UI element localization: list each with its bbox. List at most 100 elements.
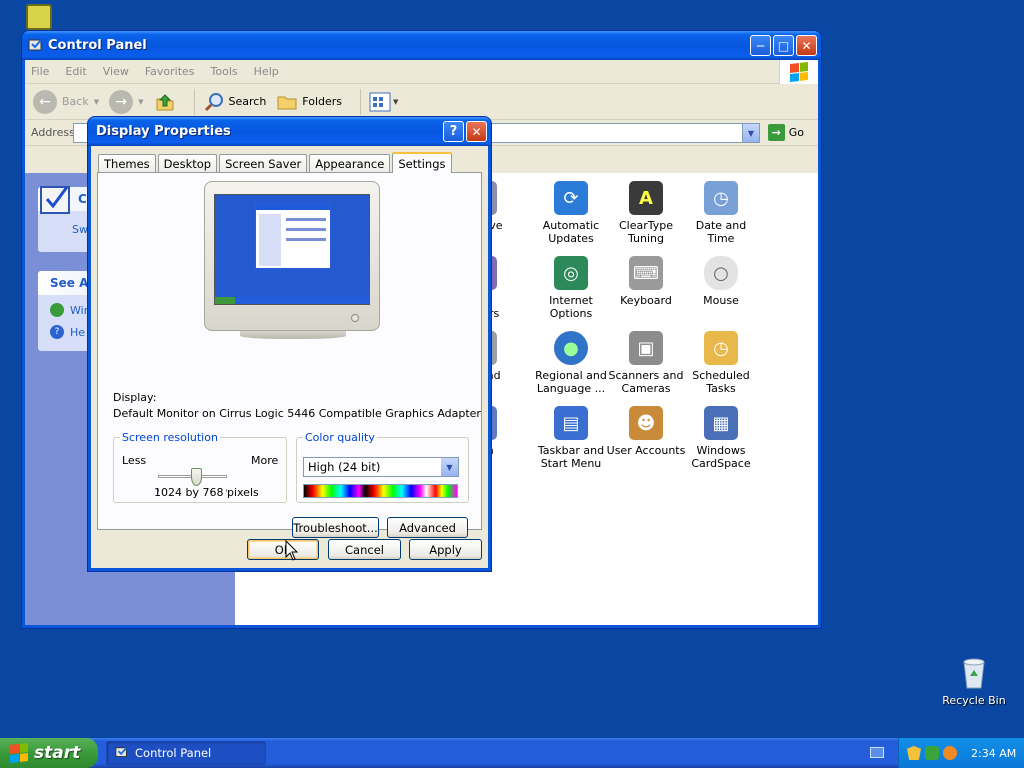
close-button[interactable]: ✕ <box>796 35 817 56</box>
close-icon: ✕ <box>471 124 482 139</box>
windows-flag-icon <box>10 743 28 763</box>
help-button[interactable]: ? <box>443 121 464 142</box>
tab-settings[interactable]: Settings <box>392 152 452 173</box>
menu-bar: File Edit View Favorites Tools Help <box>25 60 818 84</box>
help-icon: ? <box>50 325 64 339</box>
desktop-icon-top[interactable] <box>26 4 54 30</box>
monitor-power-icon <box>351 314 359 322</box>
up-folder-icon <box>156 93 173 110</box>
chevron-down-icon: ▼ <box>138 97 144 106</box>
cp-item-scheduled-tasks[interactable]: ◷ Scheduled Tasks <box>681 331 761 395</box>
cp-item-cleartype[interactable]: A ClearType Tuning <box>606 181 686 245</box>
back-button[interactable]: ← Back ▼ <box>33 89 99 114</box>
cp-item-cardspace[interactable]: ▦ Windows CardSpace <box>681 406 761 470</box>
cp-item-label: Regional and Language ... <box>535 369 607 395</box>
control-panel-large-icon <box>40 186 70 214</box>
search-tray-icon[interactable] <box>943 746 957 760</box>
search-button[interactable]: Search <box>203 91 266 113</box>
control-panel-titlebar[interactable]: Control Panel ─ □ ✕ <box>22 31 821 60</box>
tab-desktop[interactable]: Desktop <box>157 154 218 173</box>
keyboard-layout-icon[interactable] <box>870 747 884 758</box>
cp-item-scanners-cameras[interactable]: ▣ Scanners and Cameras <box>606 331 686 395</box>
tab-screen-saver[interactable]: Screen Saver <box>219 154 308 173</box>
menu-tools[interactable]: Tools <box>211 65 238 78</box>
internet-options-icon: ◎ <box>554 256 588 290</box>
menu-favorites[interactable]: Favorites <box>145 65 195 78</box>
advanced-button[interactable]: Advanced <box>387 517 468 538</box>
color-quality-dropdown-button[interactable]: ▼ <box>441 458 458 476</box>
display-properties-title: Display Properties <box>96 124 231 139</box>
tab-themes[interactable]: Themes <box>98 154 156 173</box>
cp-item-user-accounts[interactable]: ☻ User Accounts <box>606 406 686 457</box>
up-folder-button[interactable] <box>154 91 176 113</box>
cp-item-label: Scanners and Cameras <box>608 369 684 395</box>
cp-item-taskbar-start[interactable]: ▤ Taskbar and Start Menu <box>531 406 611 470</box>
cp-item-mouse[interactable]: ○ Mouse <box>681 256 761 307</box>
menu-help[interactable]: Help <box>254 65 279 78</box>
recycle-bin-icon <box>963 658 985 689</box>
mini-start-preview <box>215 297 235 304</box>
advanced-label: Advanced <box>399 520 456 535</box>
cp-item-label: Mouse <box>703 294 739 307</box>
cp-item-automatic-updates[interactable]: ⟳ Automatic Updates <box>531 181 611 245</box>
troubleshoot-label: Troubleshoot... <box>293 520 378 535</box>
ok-button[interactable]: OK <box>247 539 319 560</box>
taskbar: start Control Panel 2:34 AM <box>0 738 1024 768</box>
taskbar-item-control-panel[interactable]: Control Panel <box>106 741 266 765</box>
go-arrow-icon: → <box>767 124 785 141</box>
folders-label: Folders <box>302 95 343 108</box>
keyboard-icon: ⌨ <box>629 256 663 290</box>
display-properties-titlebar[interactable]: Display Properties ? ✕ <box>88 117 491 146</box>
tab-appearance[interactable]: Appearance <box>309 154 391 173</box>
cp-item-label: Internet Options <box>549 294 593 320</box>
forward-button[interactable]: → ▼ <box>109 89 144 114</box>
tab-screen-saver-label: Screen Saver <box>225 157 302 171</box>
clock: 2:34 AM <box>971 746 1017 760</box>
color-spectrum-bar <box>303 484 458 498</box>
control-panel-icon <box>28 38 42 50</box>
menu-edit[interactable]: Edit <box>65 65 86 78</box>
cp-item-keyboard[interactable]: ⌨ Keyboard <box>606 256 686 307</box>
folders-button[interactable]: Folders <box>276 91 342 113</box>
screen-resolution-legend: Screen resolution <box>122 431 218 444</box>
start-button[interactable]: start <box>0 738 98 768</box>
apply-label: Apply <box>429 542 462 557</box>
cp-item-label: User Accounts <box>606 444 686 457</box>
chevron-down-icon: ▼ <box>446 462 453 472</box>
troubleshoot-button[interactable]: Troubleshoot... <box>292 517 379 538</box>
apply-button[interactable]: Apply <box>409 539 482 560</box>
maximize-button[interactable]: □ <box>773 35 794 56</box>
help-icon: ? <box>449 124 458 139</box>
start-label: start <box>34 743 81 763</box>
switch-view-label: Sw <box>72 223 88 236</box>
color-quality-select[interactable]: High (24 bit) ▼ <box>303 457 459 477</box>
cp-item-regional-language[interactable]: ● Regional and Language ... <box>531 331 611 395</box>
views-button[interactable]: ▼ <box>369 92 398 112</box>
network-icon <box>26 4 52 30</box>
cp-item-date-time[interactable]: ◷ Date and Time <box>681 181 761 245</box>
monitor-screen <box>214 194 370 305</box>
views-icon <box>369 92 391 111</box>
control-panel-icon <box>115 747 128 757</box>
resolution-slider-thumb[interactable] <box>190 468 202 486</box>
security-shield-icon[interactable] <box>907 746 921 760</box>
close-icon: ✕ <box>801 38 812 53</box>
cardspace-icon: ▦ <box>704 406 738 440</box>
tab-strip: Themes Desktop Screen Saver Appearance S… <box>98 152 454 173</box>
go-button[interactable]: → Go <box>767 124 804 141</box>
address-dropdown-button[interactable]: ▼ <box>742 124 759 142</box>
menu-view[interactable]: View <box>103 65 129 78</box>
system-tray: 2:34 AM <box>898 738 1024 768</box>
dialog-close-button[interactable]: ✕ <box>466 121 487 142</box>
desktop-icon-recycle-bin[interactable]: Recycle Bin <box>940 656 1008 707</box>
color-quality-value: High (24 bit) <box>308 460 381 474</box>
scheduled-tasks-icon: ◷ <box>704 331 738 365</box>
menu-file[interactable]: File <box>31 65 49 78</box>
cp-item-internet-options[interactable]: ◎ Internet Options <box>531 256 611 320</box>
resolution-more-label: More <box>251 454 279 467</box>
cleartype-icon: A <box>629 181 663 215</box>
help-support-label: He <box>70 325 86 339</box>
minimize-button[interactable]: ─ <box>750 35 771 56</box>
network-status-icon[interactable] <box>925 746 939 760</box>
cancel-button[interactable]: Cancel <box>328 539 401 560</box>
